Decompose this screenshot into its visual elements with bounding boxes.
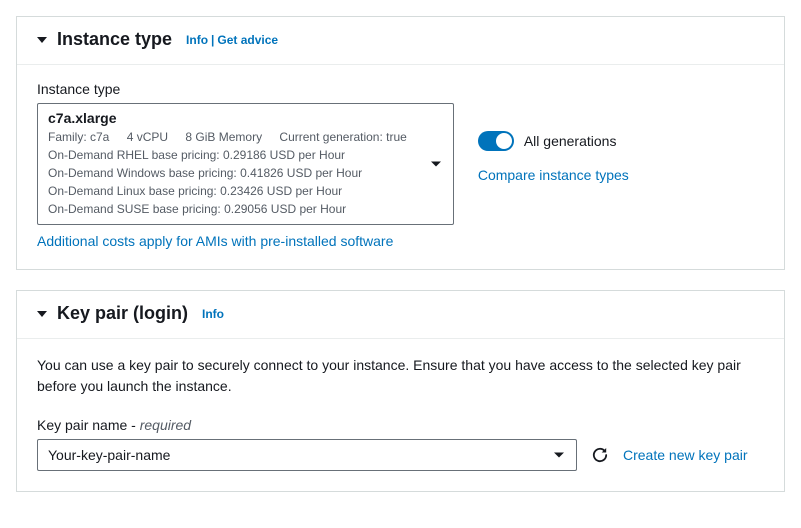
key-pair-required: required — [140, 417, 191, 433]
key-pair-selected-value: Your-key-pair-name — [48, 447, 170, 463]
key-pair-header[interactable]: Key pair (login) Info — [17, 291, 784, 339]
instance-type-title: Instance type — [57, 29, 172, 50]
key-pair-select[interactable]: Your-key-pair-name — [37, 439, 577, 471]
instance-pricing-rhel: On-Demand RHEL base pricing: 0.29186 USD… — [48, 146, 421, 164]
chevron-down-icon — [431, 162, 441, 167]
instance-current-gen: Current generation: true — [279, 130, 406, 144]
instance-type-panel: Instance type Info | Get advice Instance… — [16, 16, 785, 270]
all-generations-label: All generations — [524, 133, 617, 149]
link-divider: | — [211, 33, 214, 47]
instance-type-field-label: Instance type — [37, 81, 764, 97]
instance-pricing-suse: On-Demand SUSE base pricing: 0.29056 USD… — [48, 200, 421, 218]
instance-meta-line1: Family: c7a 4 vCPU 8 GiB Memory Current … — [48, 128, 421, 146]
instance-type-row: c7a.xlarge Family: c7a 4 vCPU 8 GiB Memo… — [37, 103, 764, 249]
all-generations-row: All generations — [478, 131, 764, 151]
refresh-icon — [591, 446, 609, 464]
instance-side-controls: All generations Compare instance types — [478, 103, 764, 183]
chevron-down-icon — [554, 453, 564, 458]
compare-instance-types-link[interactable]: Compare instance types — [478, 167, 629, 183]
key-pair-row: Your-key-pair-name Create new key pair — [37, 439, 764, 471]
instance-vcpu: 4 vCPU — [127, 130, 168, 144]
additional-costs-link[interactable]: Additional costs apply for AMIs with pre… — [37, 233, 393, 249]
chevron-down-icon — [37, 37, 47, 43]
key-pair-title: Key pair (login) — [57, 303, 188, 324]
key-pair-label-text: Key pair name - — [37, 417, 140, 433]
instance-name: c7a.xlarge — [48, 110, 421, 126]
get-advice-link[interactable]: Get advice — [217, 33, 278, 47]
create-new-key-pair-link[interactable]: Create new key pair — [623, 447, 748, 463]
toggle-knob — [496, 133, 512, 149]
key-pair-panel: Key pair (login) Info You can use a key … — [16, 290, 785, 492]
key-pair-description: You can use a key pair to securely conne… — [37, 355, 764, 397]
instance-pricing-linux: On-Demand Linux base pricing: 0.23426 US… — [48, 182, 421, 200]
instance-type-header[interactable]: Instance type Info | Get advice — [17, 17, 784, 65]
key-pair-body: You can use a key pair to securely conne… — [17, 339, 784, 491]
instance-pricing-windows: On-Demand Windows base pricing: 0.41826 … — [48, 164, 421, 182]
instance-type-select[interactable]: c7a.xlarge Family: c7a 4 vCPU 8 GiB Memo… — [37, 103, 454, 225]
key-pair-info-link[interactable]: Info — [202, 307, 224, 321]
refresh-button[interactable] — [591, 446, 609, 464]
key-pair-field-label: Key pair name - required — [37, 417, 764, 433]
instance-family: Family: c7a — [48, 130, 109, 144]
instance-type-body: Instance type c7a.xlarge Family: c7a 4 v… — [17, 65, 784, 269]
instance-type-info-link[interactable]: Info — [186, 33, 208, 47]
all-generations-toggle[interactable] — [478, 131, 514, 151]
instance-memory: 8 GiB Memory — [185, 130, 262, 144]
chevron-down-icon — [37, 311, 47, 317]
